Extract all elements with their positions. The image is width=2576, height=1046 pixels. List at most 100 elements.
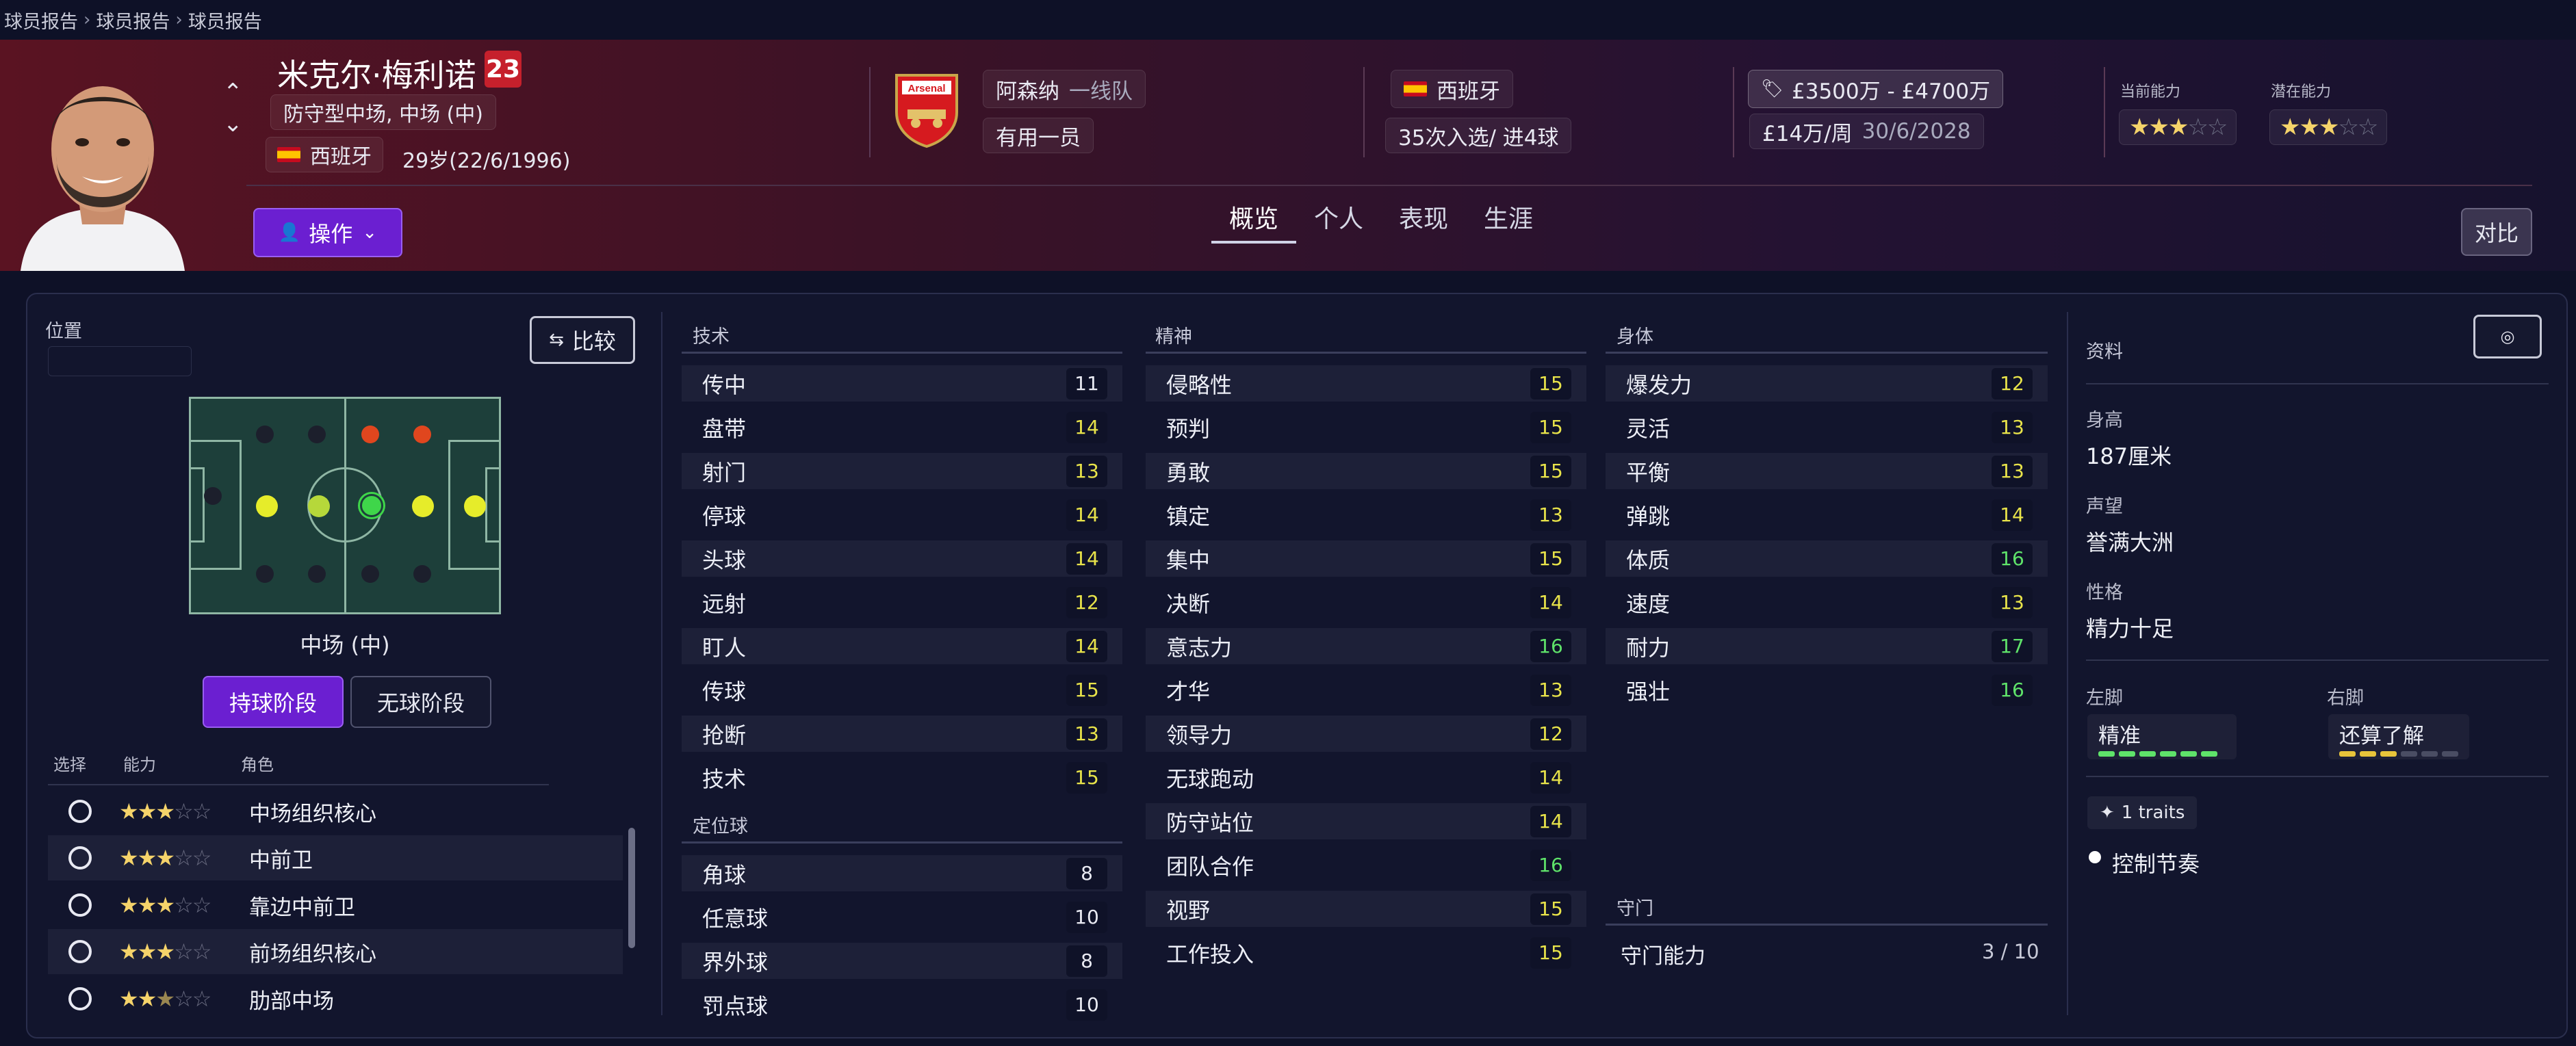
attribute-row[interactable]: 停球 14: [682, 497, 1122, 533]
attribute-row[interactable]: 弹跳 14: [1606, 497, 2048, 533]
divider: [869, 67, 871, 157]
breadcrumb-item[interactable]: 球员报告: [96, 7, 170, 34]
club-info[interactable]: 阿森纳 一线队: [983, 70, 1146, 108]
position-dot[interactable]: [308, 495, 330, 517]
attribute-name: 勇敢: [1166, 459, 1211, 486]
attribute-row[interactable]: 强壮 16: [1606, 672, 2048, 708]
attribute-row[interactable]: 角球 8: [682, 855, 1122, 891]
attribute-name: 防守站位: [1166, 809, 1254, 836]
attribute-row[interactable]: 盘带 14: [682, 409, 1122, 445]
level-segment: [2380, 751, 2397, 757]
position-dot[interactable]: [256, 426, 274, 443]
tab-career[interactable]: 生涯: [1466, 202, 1551, 244]
compare-icon: ⇆: [549, 330, 564, 350]
position-dot-selected[interactable]: [360, 494, 383, 517]
profile-button[interactable]: ◎: [2473, 315, 2542, 358]
compare-button[interactable]: 对比: [2461, 208, 2532, 256]
attribute-row[interactable]: 集中 15: [1146, 540, 1586, 577]
player-age: 29岁(22/6/1996): [402, 149, 571, 173]
position-select[interactable]: [48, 346, 192, 376]
position-dot[interactable]: [308, 565, 326, 583]
attribute-value: 16: [1992, 674, 2033, 706]
tab-overview[interactable]: 概览: [1211, 202, 1297, 244]
club-crest[interactable]: Arsenal: [892, 71, 961, 148]
attribute-row[interactable]: 镇定 13: [1146, 497, 1586, 533]
position-dot[interactable]: [361, 426, 379, 443]
attribute-row[interactable]: 抢断 13: [682, 716, 1122, 752]
attribute-row[interactable]: 视野 15: [1146, 891, 1586, 927]
attribute-name: 意志力: [1166, 634, 1233, 661]
attribute-value: 14: [1530, 805, 1571, 837]
attribute-row[interactable]: 传中 11: [682, 365, 1122, 402]
transfer-value[interactable]: 🏷 £3500万 - £4700万: [1748, 70, 2004, 108]
position-dot[interactable]: [413, 426, 431, 443]
traits-badge[interactable]: ✦ 1 traits: [2087, 796, 2198, 829]
role-row[interactable]: ★★★☆☆ 靠边中前卫: [48, 882, 623, 928]
attribute-row[interactable]: 界外球 8: [682, 943, 1122, 979]
attribute-row[interactable]: 灵活 13: [1606, 409, 2048, 445]
radio-button[interactable]: [68, 893, 92, 917]
attribute-row[interactable]: 速度 13: [1606, 584, 2048, 620]
radio-button[interactable]: [68, 846, 92, 870]
attribute-row[interactable]: 盯人 14: [682, 628, 1122, 664]
attribute-row[interactable]: 耐力 17: [1606, 628, 2048, 664]
radio-button[interactable]: [68, 800, 92, 823]
tab-performance[interactable]: 表现: [1381, 202, 1466, 244]
mental-title: 精神: [1155, 326, 1192, 348]
position-dot[interactable]: [256, 495, 278, 517]
role-row[interactable]: ★★★☆☆ 肋部中场: [48, 976, 623, 1021]
breadcrumb-item[interactable]: 球员报告: [4, 7, 78, 34]
attribute-row[interactable]: 远射 12: [682, 584, 1122, 620]
position-dot[interactable]: [464, 495, 486, 517]
position-dot[interactable]: [413, 565, 431, 583]
phase-out-of-possession-button[interactable]: 无球阶段: [350, 676, 491, 728]
attribute-row[interactable]: 领导力 12: [1146, 716, 1586, 752]
role-row[interactable]: ★★★☆☆ 前场组织核心: [48, 929, 623, 974]
attribute-row[interactable]: 射门 13: [682, 453, 1122, 489]
attribute-row[interactable]: 平衡 13: [1606, 453, 2048, 489]
right-foot-value: 还算了解: [2339, 724, 2424, 748]
position-name: 中场 (中): [300, 632, 390, 658]
position-dot[interactable]: [256, 565, 274, 583]
prev-player-chevron-up-icon[interactable]: ⌃: [223, 79, 243, 105]
club-status: 有用一员: [983, 118, 1094, 153]
attribute-row[interactable]: 团队合作 16: [1146, 847, 1586, 883]
international-nation[interactable]: 西班牙: [1391, 70, 1513, 108]
next-player-chevron-down-icon[interactable]: ⌄: [223, 111, 243, 137]
phase-in-possession-button[interactable]: 持球阶段: [203, 676, 344, 728]
attribute-name: 集中: [1166, 547, 1211, 573]
attribute-name: 传球: [702, 678, 747, 705]
roles-scrollbar[interactable]: [628, 828, 635, 948]
attribute-row[interactable]: 无球跑动 14: [1146, 759, 1586, 796]
attribute-row[interactable]: 体质 16: [1606, 540, 2048, 577]
attribute-row[interactable]: 勇敢 15: [1146, 453, 1586, 489]
attribute-row[interactable]: 头球 14: [682, 540, 1122, 577]
attribute-row[interactable]: 预判 15: [1146, 409, 1586, 445]
attribute-row[interactable]: 工作投入 15: [1146, 934, 1586, 971]
attribute-row[interactable]: 技术 15: [682, 759, 1122, 796]
attribute-row[interactable]: 决断 14: [1146, 584, 1586, 620]
radio-button[interactable]: [68, 987, 92, 1010]
role-row[interactable]: ★★★☆☆ 中场组织核心: [48, 789, 623, 834]
attribute-row[interactable]: 传球 15: [682, 672, 1122, 708]
attribute-row[interactable]: 罚点球 10: [682, 986, 1122, 1023]
attribute-name: 平衡: [1626, 459, 1671, 486]
attribute-name: 任意球: [702, 905, 769, 932]
position-dot[interactable]: [308, 426, 326, 443]
attribute-row[interactable]: 防守站位 14: [1146, 803, 1586, 839]
attribute-row[interactable]: 任意球 10: [682, 899, 1122, 935]
radio-button[interactable]: [68, 940, 92, 963]
role-row[interactable]: ★★★☆☆ 中前卫: [48, 835, 623, 880]
position-dot[interactable]: [361, 565, 379, 583]
position-compare-button[interactable]: ⇆ 比较: [530, 316, 635, 364]
attribute-row[interactable]: 意志力 16: [1146, 628, 1586, 664]
tab-personal[interactable]: 个人: [1296, 202, 1381, 244]
level-segment: [2442, 751, 2458, 757]
attribute-name: 射门: [702, 459, 747, 486]
actions-button[interactable]: 👤 操作 ⌄: [253, 208, 402, 257]
position-dot[interactable]: [204, 487, 222, 505]
position-dot[interactable]: [412, 495, 434, 517]
attribute-row[interactable]: 侵略性 15: [1146, 365, 1586, 402]
attribute-row[interactable]: 才华 13: [1146, 672, 1586, 708]
attribute-row[interactable]: 爆发力 12: [1606, 365, 2048, 402]
